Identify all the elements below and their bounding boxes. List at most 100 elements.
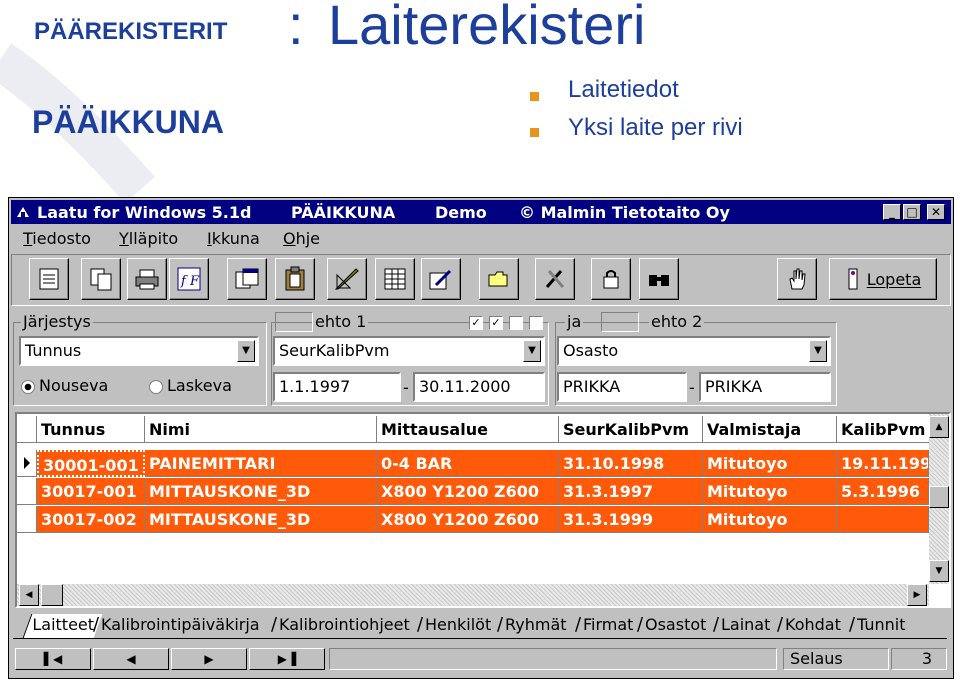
table-cell[interactable]: 30017-001 <box>37 478 145 505</box>
window-titlebar[interactable]: Laatu for Windows 5.1d PÄÄIKKUNA Demo © … <box>11 200 951 224</box>
table-cell[interactable]: 30017-002 <box>37 506 145 533</box>
scroll-left-icon[interactable]: ◀ <box>19 584 39 606</box>
tab-kalibrointipaivakirja[interactable]: Kalibrointipäiväkirja <box>101 614 260 638</box>
tab-baseline <box>13 638 947 639</box>
table-cell[interactable]: Mitutoyo <box>703 450 837 477</box>
horizontal-scrollbar[interactable] <box>17 584 929 606</box>
tab-lainat[interactable]: Lainat <box>721 614 770 638</box>
next-record-icon[interactable]: ▶ <box>171 648 247 670</box>
column-header-tunnus[interactable]: Tunnus <box>37 416 145 443</box>
first-record-icon[interactable]: ▌◀ <box>15 648 91 670</box>
ruler-icon[interactable] <box>327 258 367 300</box>
scroll-up-icon[interactable]: ▲ <box>929 416 949 438</box>
condition1-field-select[interactable]: SeurKalibPvm ▼ <box>273 336 545 366</box>
menu-ohje[interactable]: Ohje <box>283 229 320 248</box>
device-table: Tunnus Nimi Mittausalue SeurKalibPvm Val… <box>15 412 951 608</box>
menu-yllapito[interactable]: Ylläpito <box>119 229 178 248</box>
table-cell[interactable] <box>837 506 929 533</box>
table-cell[interactable]: 30001-001 <box>37 450 145 477</box>
scroll-down-icon[interactable]: ▼ <box>929 560 949 582</box>
tab-kalibrointiohjeet[interactable]: Kalibrointiohjeet <box>279 614 410 638</box>
condition1-to-input[interactable]: 30.11.2000 <box>413 372 545 402</box>
sort-ascending-radio[interactable] <box>21 380 35 394</box>
sort-field-select[interactable]: Tunnus ▼ <box>19 336 259 366</box>
status-spacer <box>329 648 777 670</box>
grid-icon[interactable] <box>375 258 415 300</box>
tab-kohdat[interactable]: Kohdat <box>785 614 841 638</box>
clipboard-icon[interactable] <box>275 258 315 300</box>
table-cell[interactable]: 31.10.1998 <box>559 450 703 477</box>
lock-icon[interactable] <box>591 258 631 300</box>
table-cell[interactable]: X800 Y1200 Z600 <box>377 506 559 533</box>
tab-laitteet[interactable]: Laitteet <box>22 614 103 638</box>
header-corner <box>17 416 37 443</box>
window-copyright: © Malmin Tietotaito Oy <box>519 203 730 222</box>
tab-separator: / <box>849 614 856 635</box>
windows-icon[interactable] <box>227 258 267 300</box>
column-header-valmistaja[interactable]: Valmistaja <box>703 416 837 443</box>
column-header-seurkalibpvm[interactable]: SeurKalibPvm <box>559 416 703 443</box>
table-cell[interactable]: 0-4 BAR <box>377 450 559 477</box>
table-cell[interactable]: 19.11.199 <box>837 450 929 477</box>
chevron-down-icon[interactable]: ▼ <box>523 340 541 362</box>
table-cell[interactable]: Mitutoyo <box>703 478 837 505</box>
last-record-icon[interactable]: ▶▐ <box>249 648 325 670</box>
edit-icon[interactable] <box>421 258 461 300</box>
close-button[interactable]: ✕ <box>927 204 945 220</box>
form-icon[interactable] <box>29 258 69 300</box>
table-cell[interactable]: 31.3.1999 <box>559 506 703 533</box>
column-header-nimi[interactable]: Nimi <box>145 416 377 443</box>
chevron-down-icon[interactable]: ▼ <box>809 340 827 362</box>
exit-button[interactable]: Lopeta <box>829 258 937 300</box>
condition-checkbox-4[interactable] <box>529 316 543 330</box>
menu-bar: Tiedosto Ylläpito Ikkuna Ohje <box>11 226 951 250</box>
folder-icon[interactable] <box>479 258 519 300</box>
minimize-button[interactable]: _ <box>883 204 901 220</box>
column-header-mittausalue[interactable]: Mittausalue <box>377 416 559 443</box>
table-cell[interactable]: MITTAUSKONE_3D <box>145 506 377 533</box>
previous-record-icon[interactable]: ◀ <box>93 648 169 670</box>
maximize-button[interactable]: □ <box>903 204 921 220</box>
hand-icon[interactable] <box>777 258 817 300</box>
bullet-marker <box>530 128 539 137</box>
menu-ikkuna[interactable]: Ikkuna <box>207 229 260 248</box>
tab-ryhmat[interactable]: Ryhmät <box>505 614 567 638</box>
table-cell[interactable]: MITTAUSKONE_3D <box>145 478 377 505</box>
table-cell[interactable]: X800 Y1200 Z600 <box>377 478 559 505</box>
chevron-down-icon[interactable]: ▼ <box>237 340 255 362</box>
print-icon[interactable] <box>127 258 167 300</box>
tab-henkilot[interactable]: Henkilöt <box>425 614 491 638</box>
tab-separator: / <box>417 614 424 635</box>
condition2-field-select[interactable]: Osasto ▼ <box>557 336 831 366</box>
tab-firmat[interactable]: Firmat <box>583 614 633 638</box>
table-cell[interactable]: 5.3.1996 <box>837 478 929 505</box>
table-cell[interactable]: Mitutoyo <box>703 506 837 533</box>
scroll-right-icon[interactable]: ▶ <box>907 584 927 606</box>
exit-icon <box>848 268 858 290</box>
tab-osastot[interactable]: Osastot <box>645 614 706 638</box>
tab-tunnit[interactable]: Tunnit <box>857 614 905 638</box>
table-cell[interactable]: PAINEMITTARI <box>145 450 377 477</box>
horizontal-scroll-thumb[interactable] <box>41 584 63 606</box>
function-icon[interactable]: f F <box>169 258 209 300</box>
binoculars-icon[interactable] <box>639 258 679 300</box>
condition1-tab[interactable] <box>275 312 313 332</box>
range-dash: - <box>403 378 409 397</box>
condition-checkbox-3[interactable] <box>509 316 523 330</box>
bullet-text: Laitetiedot <box>568 76 679 103</box>
scroll-thumb[interactable] <box>929 486 949 508</box>
condition-checkbox-1[interactable]: ✓ <box>469 316 483 330</box>
copy-icon[interactable] <box>81 258 121 300</box>
condition-checkbox-2[interactable]: ✓ <box>489 316 503 330</box>
exit-label: Lopeta <box>866 269 922 289</box>
condition2-to-input[interactable]: PRIKKA <box>699 372 831 402</box>
condition1-from-input[interactable]: 1.1.1997 <box>273 372 401 402</box>
tab-separator: / <box>575 614 582 635</box>
tools-icon[interactable] <box>535 258 575 300</box>
table-cell[interactable]: 31.3.1997 <box>559 478 703 505</box>
menu-tiedosto[interactable]: Tiedosto <box>23 229 91 248</box>
sort-descending-radio[interactable] <box>149 380 163 394</box>
column-header-kalibpvm[interactable]: KalibPvm <box>837 416 929 443</box>
condition2-tab[interactable] <box>601 312 639 332</box>
condition2-from-input[interactable]: PRIKKA <box>557 372 687 402</box>
